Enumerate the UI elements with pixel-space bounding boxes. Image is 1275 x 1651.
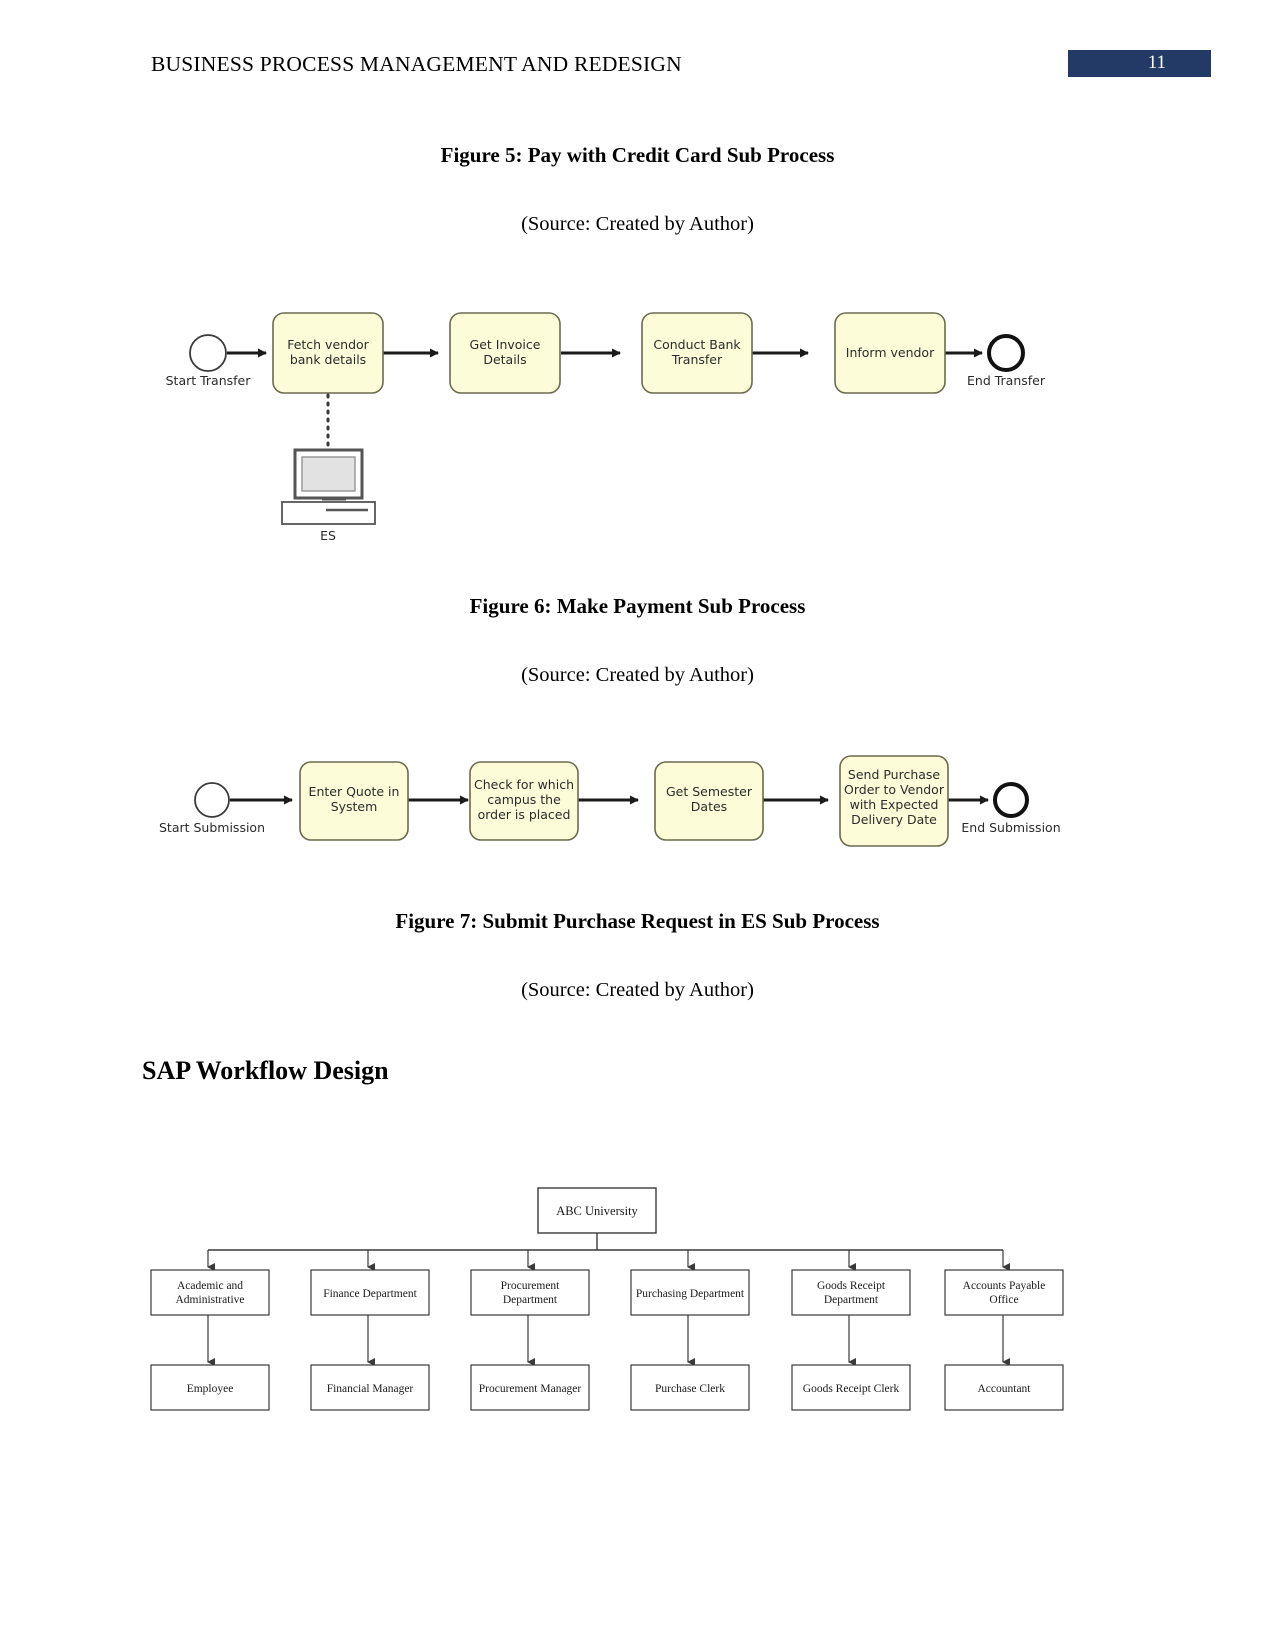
org-node-role[interactable]: Purchase Clerk (630, 1364, 750, 1411)
task-label-line1: Inform vendor (846, 345, 935, 360)
org-chart-sap-workflow: ABC University Academic and Administrati… (140, 1120, 1064, 1411)
figure5-source: (Source: Created by Author) (521, 213, 754, 235)
org-node-label-line1: Accounts Payable (963, 1280, 1046, 1292)
org-node-department[interactable]: Purchasing Department (630, 1269, 750, 1316)
figure5-caption: Figure 5: Pay with Credit Card Sub Proce… (440, 143, 835, 167)
task-label-line2: bank details (290, 352, 366, 367)
bpmn-task-conduct-bank-transfer[interactable]: Conduct Bank Transfer (641, 312, 753, 394)
figure7-source: (Source: Created by Author) (521, 979, 754, 1001)
start-event-start-transfer: Start Transfer (166, 334, 252, 388)
bpmn-task-get-invoice-details[interactable]: Get Invoice Details (449, 312, 561, 394)
es-system-icon: ES (281, 448, 376, 543)
figure6-caption: Figure 6: Make Payment Sub Process (469, 594, 806, 618)
figure6-source: (Source: Created by Author) (521, 664, 754, 686)
task-label-line3: order is placed (478, 807, 571, 822)
org-node-label-line2: Department (824, 1294, 879, 1306)
org-node-role-label: Financial Manager (327, 1383, 414, 1395)
org-node-role-label: Goods Receipt Clerk (803, 1383, 900, 1395)
org-node-label-line2: Office (989, 1294, 1018, 1306)
es-system-label: ES (320, 528, 336, 543)
start-event-label: Start Transfer (166, 373, 252, 388)
org-node-role-label: Accountant (977, 1383, 1031, 1395)
org-node-department[interactable]: Finance Department (310, 1269, 430, 1316)
section-heading-sap-workflow-design: SAP Workflow Design (142, 1056, 389, 1085)
org-node-role[interactable]: Employee (150, 1364, 270, 1411)
bpmn-task-inform-vendor[interactable]: Inform vendor (834, 312, 946, 394)
task-label-line1: Enter Quote in (309, 784, 400, 799)
figure7-caption: Figure 7: Submit Purchase Request in ES … (395, 909, 880, 933)
bpmn-task-fetch-vendor-bank-details[interactable]: Fetch vendor bank details (272, 312, 384, 394)
org-node-department[interactable]: Accounts Payable Office (944, 1269, 1064, 1316)
bpmn-task-get-semester-dates[interactable]: Get Semester Dates (654, 761, 764, 841)
task-label-line2: Transfer (671, 352, 723, 367)
page-header: BUSINESS PROCESS MANAGEMENT AND REDESIGN… (0, 50, 1275, 92)
end-event-label: End Transfer (967, 373, 1046, 388)
task-label-line4: Delivery Date (851, 812, 937, 827)
bpmn-task-send-purchase-order[interactable]: Send Purchase Order to Vendor with Expec… (839, 755, 949, 847)
org-node-label-line1: Purchasing Department (636, 1288, 745, 1300)
org-node-label-line1: Finance Department (323, 1288, 417, 1300)
org-node-label-line1: Goods Receipt (817, 1280, 886, 1292)
org-node-role[interactable]: Financial Manager (310, 1364, 430, 1411)
org-node-role-label: Employee (187, 1383, 234, 1395)
start-event-start-submission: Start Submission (159, 782, 265, 835)
org-node-department[interactable]: Procurement Department (470, 1269, 590, 1316)
page-number-badge: 11 (1068, 50, 1211, 77)
org-node-role[interactable]: Procurement Manager (470, 1364, 590, 1411)
task-label-line2: Dates (691, 799, 727, 814)
org-node-role-label: Procurement Manager (479, 1383, 582, 1395)
end-event-label: End Submission (961, 820, 1060, 835)
bpmn-task-enter-quote-in-system[interactable]: Enter Quote in System (299, 761, 409, 841)
task-label-line2: Details (483, 352, 526, 367)
task-label-line2: System (331, 799, 378, 814)
start-event-label: Start Submission (159, 820, 265, 835)
document-running-head: BUSINESS PROCESS MANAGEMENT AND REDESIGN (151, 52, 682, 76)
task-label-line1: Conduct Bank (653, 337, 741, 352)
task-label-line1: Fetch vendor (287, 337, 369, 352)
org-node-root[interactable]: ABC University (537, 1187, 657, 1234)
task-label-line1: Get Invoice (470, 337, 541, 352)
task-label-line3: with Expected (850, 797, 939, 812)
end-event-end-transfer: End Transfer (967, 334, 1046, 388)
task-label-line1: Check for which (474, 777, 574, 792)
org-node-department[interactable]: Goods Receipt Department (791, 1269, 911, 1316)
org-node-label-line2: Department (503, 1294, 558, 1306)
bpmn-diagram-pay-with-credit-card: Start Transfer Fetch vendor bank details… (150, 300, 1100, 543)
task-label-line1: Get Semester (666, 784, 753, 799)
org-node-role[interactable]: Goods Receipt Clerk (791, 1364, 911, 1411)
org-node-role-label: Purchase Clerk (655, 1383, 725, 1395)
bpmn-diagram-submit-purchase-request: Start Submission Enter Quote in System C… (150, 755, 1100, 865)
org-node-label-line1: Academic and (177, 1280, 243, 1292)
org-node-role[interactable]: Accountant (944, 1364, 1064, 1411)
task-label-line1: Send Purchase (848, 767, 941, 782)
bpmn-task-check-campus[interactable]: Check for which campus the order is plac… (469, 761, 579, 841)
task-label-line2: campus the (487, 792, 561, 807)
org-node-label-line2: Administrative (176, 1294, 245, 1306)
org-node-label-line1: Procurement (501, 1280, 561, 1292)
task-label-line2: Order to Vendor (844, 782, 945, 797)
org-node-department[interactable]: Academic and Administrative (150, 1269, 270, 1316)
end-event-end-submission: End Submission (961, 782, 1061, 835)
org-node-root-label: ABC University (556, 1204, 638, 1218)
